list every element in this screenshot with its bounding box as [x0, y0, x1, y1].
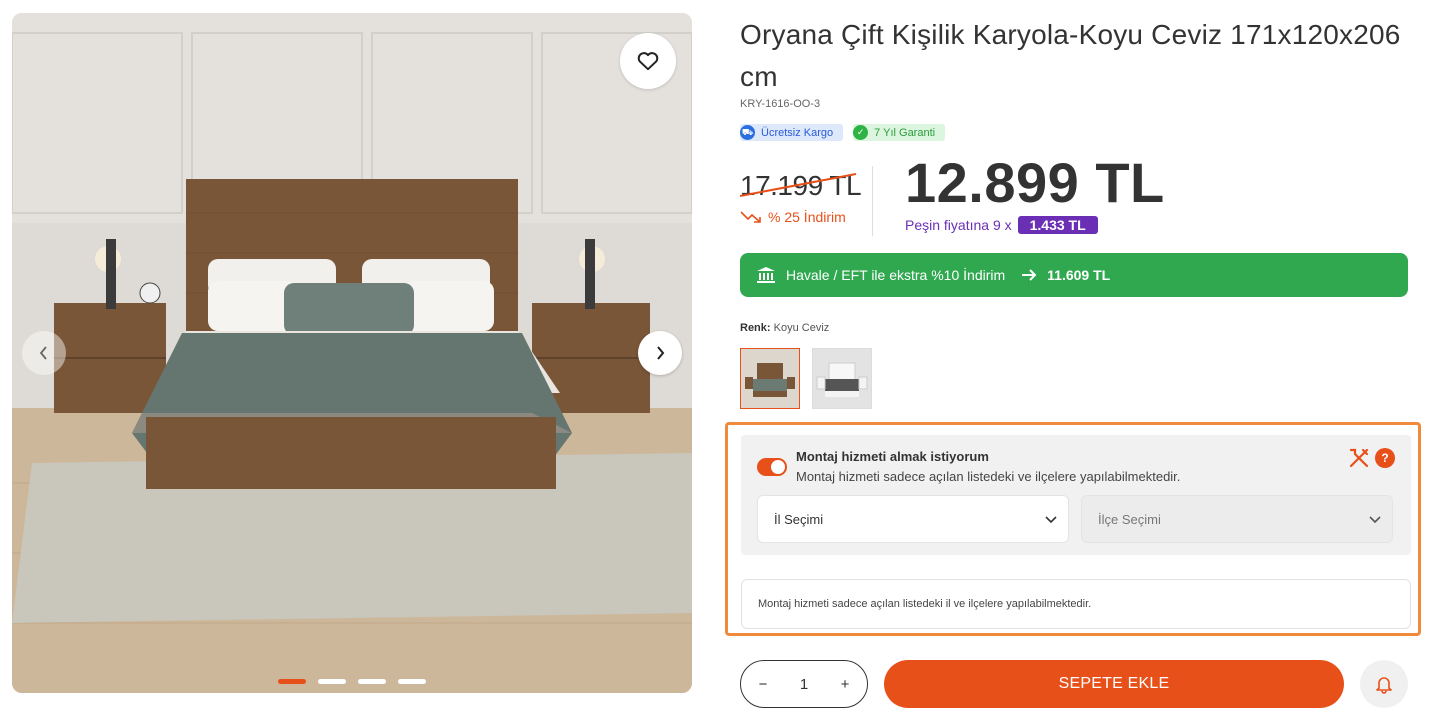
- discount-label: % 25 İndirim: [740, 209, 846, 225]
- shipping-icon: ⛟: [740, 125, 755, 140]
- gallery-next-button[interactable]: [638, 331, 682, 375]
- color-swatch-beyaz[interactable]: [812, 348, 872, 409]
- warranty-badge: ✓ 7 Yıl Garanti: [853, 124, 946, 141]
- district-select[interactable]: İlçe Seçimi: [1081, 495, 1393, 543]
- color-label-key: Renk:: [740, 322, 771, 334]
- trend-down-icon: [740, 211, 761, 223]
- gallery-dot[interactable]: [278, 679, 306, 684]
- assembly-service-box: Montaj hizmeti almak istiyorum Montaj hi…: [725, 422, 1421, 636]
- arrow-right-icon: [1022, 269, 1037, 281]
- price-divider: [872, 166, 873, 236]
- installment-info: Peşin fiyatına 9 x 1.433 TL: [905, 216, 1098, 234]
- color-swatches: [740, 348, 872, 409]
- color-value: Koyu Ceviz: [773, 322, 830, 334]
- assembly-subtitle: Montaj hizmeti sadece açılan listedeki v…: [796, 469, 1181, 484]
- chevron-down-icon: [1369, 516, 1381, 524]
- installment-text: Peşin fiyatına 9 x: [905, 217, 1012, 233]
- quantity-increase-button[interactable]: +: [835, 676, 855, 693]
- installment-amount: 1.433 TL: [1017, 216, 1098, 234]
- havale-text: Havale / EFT ile ekstra %10 İndirim: [786, 267, 1006, 283]
- product-image: [12, 13, 692, 693]
- swatch-thumbnail: [741, 349, 799, 408]
- product-gallery: [12, 13, 692, 693]
- badge-label: 7 Yıl Garanti: [874, 126, 936, 139]
- heart-icon: [637, 52, 659, 71]
- province-select-value: İl Seçimi: [774, 511, 824, 527]
- bell-icon: [1376, 677, 1392, 694]
- strikethrough-line: [740, 173, 857, 197]
- gallery-dot[interactable]: [358, 679, 386, 684]
- assembly-note: Montaj hizmeti sadece açılan listedeki i…: [741, 579, 1411, 629]
- assembly-toggle[interactable]: [757, 458, 787, 476]
- color-swatch-koyu-ceviz[interactable]: [740, 348, 800, 409]
- check-icon: ✓: [853, 125, 869, 140]
- product-title: Oryana Çift Kişilik Karyola-Koyu Ceviz 1…: [740, 19, 1401, 92]
- province-select[interactable]: İl Seçimi: [757, 495, 1069, 543]
- current-price: 12.899 TL: [905, 151, 1165, 214]
- tools-icon: [1349, 448, 1369, 468]
- free-shipping-badge: ⛟ Ücretsiz Kargo: [740, 124, 844, 141]
- add-to-cart-button[interactable]: SEPETE EKLE: [884, 660, 1344, 708]
- havale-discount-banner: Havale / EFT ile ekstra %10 İndirim 11.6…: [740, 253, 1408, 297]
- assembly-icons: ?: [1349, 448, 1395, 468]
- chevron-down-icon: [1045, 516, 1057, 524]
- district-select-value: İlçe Seçimi: [1098, 511, 1161, 527]
- quantity-value[interactable]: 1: [794, 676, 814, 693]
- gallery-dot[interactable]: [398, 679, 426, 684]
- badge-label: Ücretsiz Kargo: [761, 126, 834, 139]
- favorite-button[interactable]: [620, 33, 676, 89]
- havale-amount: 11.609 TL: [1047, 267, 1111, 283]
- gallery-prev-button[interactable]: [22, 331, 66, 375]
- assembly-title: Montaj hizmeti almak istiyorum: [796, 449, 989, 464]
- quantity-decrease-button[interactable]: −: [753, 676, 773, 693]
- assembly-options: Montaj hizmeti almak istiyorum Montaj hi…: [741, 435, 1411, 555]
- gallery-dot[interactable]: [318, 679, 346, 684]
- gallery-pagination: [278, 679, 426, 684]
- product-badges: ⛟ Ücretsiz Kargo ✓ 7 Yıl Garanti: [740, 124, 946, 141]
- quantity-stepper: − 1 +: [740, 660, 868, 708]
- chevron-right-icon: [657, 346, 665, 360]
- notify-button[interactable]: [1360, 660, 1408, 708]
- bank-icon: [757, 267, 775, 283]
- chevron-left-icon: [39, 346, 47, 360]
- product-sku: KRY-1616-OO-3: [740, 98, 821, 110]
- color-label: Renk: Koyu Ceviz: [740, 322, 829, 334]
- help-icon[interactable]: ?: [1375, 448, 1395, 468]
- swatch-thumbnail: [813, 349, 871, 408]
- discount-text: % 25 İndirim: [768, 209, 846, 225]
